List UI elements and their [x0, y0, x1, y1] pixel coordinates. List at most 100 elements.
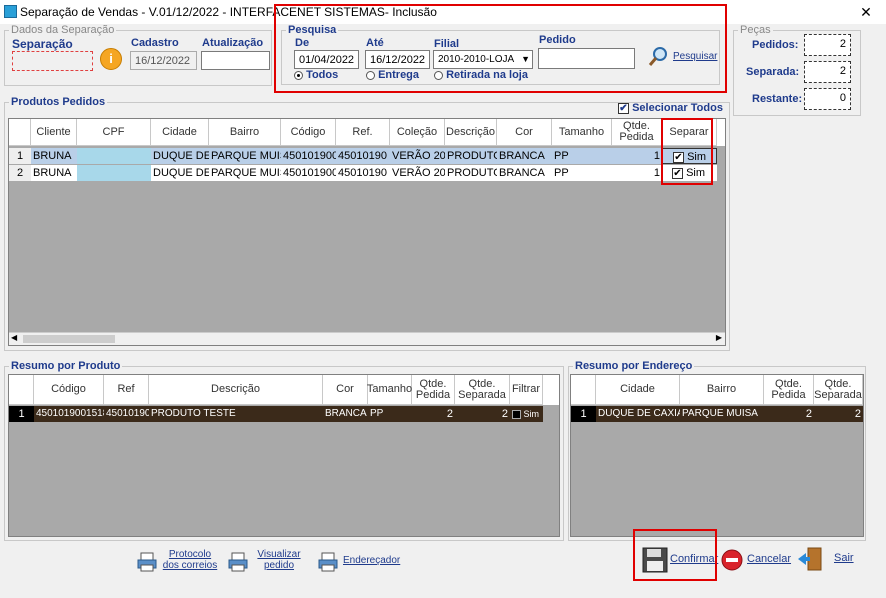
close-icon[interactable]: ✕: [852, 2, 880, 22]
horizontal-scrollbar[interactable]: ◀ ▶: [9, 332, 725, 345]
cell-cliente[interactable]: BRUNA: [31, 148, 77, 164]
header-cliente[interactable]: Cliente: [31, 119, 77, 146]
atualizacao-field[interactable]: [201, 51, 270, 70]
cell-cidade[interactable]: DUQUE DE CAXIAS: [596, 406, 680, 422]
header-descricao[interactable]: Descrição: [149, 375, 323, 405]
cell-separar[interactable]: ✔ Sim: [662, 148, 717, 164]
scroll-right-icon[interactable]: ▶: [716, 333, 722, 342]
header-filtrar[interactable]: Filtrar: [510, 375, 543, 405]
header-qtde-pedida[interactable]: Qtde. Pedida: [764, 375, 814, 405]
header-cpf[interactable]: CPF: [77, 119, 151, 146]
cell-colecao[interactable]: VERÃO 202: [390, 148, 445, 164]
selecionar-todos-checkbox[interactable]: ✔: [618, 102, 629, 114]
cell-pedida[interactable]: 2: [412, 406, 455, 422]
visualizar-pedido-button[interactable]: Visualizar pedido: [227, 547, 305, 577]
header-cor[interactable]: Cor: [497, 119, 552, 146]
cell-descricao[interactable]: PRODUTO: [445, 165, 497, 181]
cell-cpf[interactable]: [77, 148, 151, 164]
cell-bairro[interactable]: PARQUE MUISA: [680, 406, 764, 422]
cell-cidade[interactable]: DUQUE DE C: [151, 165, 209, 181]
cell-pedida[interactable]: 2: [764, 406, 814, 422]
header-tamanho[interactable]: Tamanho: [367, 375, 412, 405]
radio-retirada[interactable]: Retirada na loja: [434, 69, 528, 81]
radio-entrega-label: Entrega: [378, 69, 420, 81]
cell-colecao[interactable]: VERÃO 202: [390, 165, 445, 181]
header-qtde-pedida[interactable]: Qtde. Pedida: [412, 375, 455, 405]
enderecador-button[interactable]: Endereçador: [317, 547, 401, 577]
header-bairro[interactable]: Bairro: [680, 375, 764, 405]
cell-ref[interactable]: 45010190: [336, 165, 390, 181]
sair-button[interactable]: Sair: [796, 545, 856, 573]
cell-codigo[interactable]: 450101900: [281, 165, 336, 181]
radio-entrega-dot[interactable]: [366, 70, 375, 80]
sair-label: Sair: [834, 552, 854, 564]
cancelar-button[interactable]: Cancelar: [721, 548, 791, 574]
header-ref[interactable]: Ref: [104, 375, 149, 405]
header-qtde-separada[interactable]: Qtde. Separada: [814, 375, 863, 405]
cell-descricao[interactable]: PRODUTO: [445, 148, 497, 164]
confirmar-button[interactable]: Confirmar: [640, 546, 718, 574]
cadastro-field[interactable]: 16/12/2022: [130, 51, 197, 70]
info-icon[interactable]: i: [100, 48, 122, 70]
separacao-field[interactable]: [12, 51, 93, 71]
cell-qtde[interactable]: 1: [612, 165, 662, 181]
header-ref[interactable]: Ref.: [336, 119, 390, 146]
cell-bairro[interactable]: PARQUE MUIS: [209, 165, 281, 181]
radio-todos-label: Todos: [306, 69, 339, 81]
cell-cor[interactable]: BRANCA: [323, 406, 368, 422]
cell-codigo[interactable]: 4501019001518: [34, 406, 104, 422]
radio-entrega[interactable]: Entrega: [366, 69, 419, 81]
cell-descricao[interactable]: PRODUTO TESTE: [149, 406, 323, 422]
radio-retirada-dot[interactable]: [434, 70, 443, 80]
scroll-left-icon[interactable]: ◀: [11, 333, 17, 342]
cell-separada[interactable]: 2: [455, 406, 510, 422]
pesquisar-button[interactable]: Pesquisar: [645, 44, 717, 70]
header-cor[interactable]: Cor: [323, 375, 368, 405]
pedido-field[interactable]: [538, 48, 635, 69]
filial-select[interactable]: 2010-2010-LOJA ▼: [433, 50, 533, 69]
ate-date-field[interactable]: 16/12/2022: [365, 50, 430, 69]
cell-cor[interactable]: BRANCA: [497, 165, 552, 181]
cell-tamanho[interactable]: PP: [552, 148, 612, 164]
cell-filtrar[interactable]: Sim: [510, 406, 543, 422]
cell-separar[interactable]: ✔ Sim: [662, 165, 717, 181]
radio-todos[interactable]: Todos: [294, 69, 338, 81]
cell-cidade[interactable]: DUQUE DE C: [151, 148, 209, 164]
produtos-grid-header: Cliente CPF Cidade Bairro Código Ref. Co…: [9, 119, 725, 146]
cell-bairro[interactable]: PARQUE MUIS: [209, 148, 281, 164]
header-qtde-pedida[interactable]: Qtde. Pedida: [612, 119, 662, 146]
header-tamanho[interactable]: Tamanho: [552, 119, 612, 146]
radio-todos-dot[interactable]: [294, 70, 303, 80]
header-descricao[interactable]: Descrição: [445, 119, 497, 146]
selecionar-todos[interactable]: ✔ Selecionar Todos: [618, 102, 723, 114]
header-codigo[interactable]: Código: [34, 375, 104, 405]
separar-checkbox[interactable]: ✔: [672, 167, 683, 179]
cell-separada[interactable]: 2: [814, 406, 863, 422]
cell-tamanho[interactable]: PP: [552, 165, 612, 181]
cell-tamanho[interactable]: PP: [368, 406, 412, 422]
cell-cpf[interactable]: [77, 165, 151, 181]
cell-ref[interactable]: 45010190: [104, 406, 149, 422]
table-row[interactable]: 1 BRUNA DUQUE DE C PARQUE MUIS 450101900…: [9, 148, 717, 164]
filtrar-checkbox[interactable]: [512, 410, 521, 420]
header-bairro[interactable]: Bairro: [209, 119, 281, 146]
header-codigo[interactable]: Código: [281, 119, 336, 146]
table-row[interactable]: 1 4501019001518 45010190 PRODUTO TESTE B…: [9, 406, 543, 422]
table-row[interactable]: 1 DUQUE DE CAXIAS PARQUE MUISA 2 2: [571, 406, 863, 422]
table-row[interactable]: 2 BRUNA DUQUE DE C PARQUE MUIS 450101900…: [9, 165, 717, 181]
cell-cor[interactable]: BRANCA: [497, 148, 552, 164]
header-separar[interactable]: Separar: [662, 119, 717, 146]
cell-ref[interactable]: 45010190: [336, 148, 390, 164]
header-colecao[interactable]: Coleção: [390, 119, 445, 146]
header-qtde-separada[interactable]: Qtde. Separada: [455, 375, 510, 405]
de-date-field[interactable]: 01/04/2022: [294, 50, 359, 69]
separar-checkbox[interactable]: ✔: [673, 151, 684, 163]
header-cidade[interactable]: Cidade: [151, 119, 209, 146]
cell-codigo[interactable]: 450101900: [281, 148, 336, 164]
cell-qtde[interactable]: 1: [612, 148, 662, 164]
cell-cliente[interactable]: BRUNA: [31, 165, 77, 181]
header-cidade[interactable]: Cidade: [596, 375, 680, 405]
protocolo-button[interactable]: Protocolo dos correios: [136, 547, 218, 577]
scroll-thumb[interactable]: [23, 335, 115, 343]
chevron-down-icon[interactable]: ▼: [521, 52, 530, 66]
